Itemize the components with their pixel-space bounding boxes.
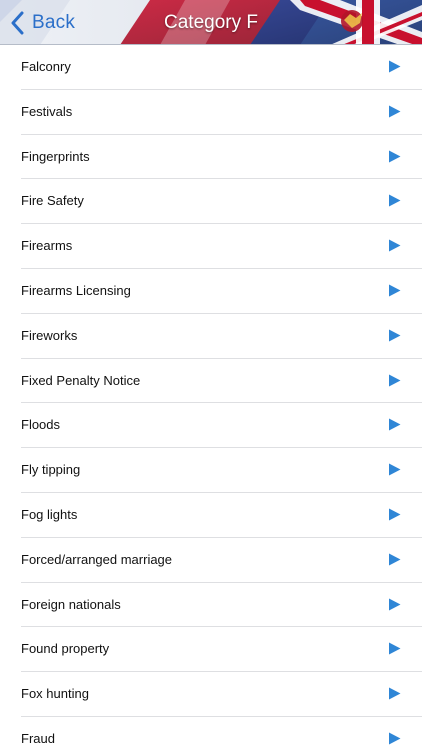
list-item[interactable]: Foreign nationals [0, 582, 422, 628]
back-button-label: Back [32, 11, 76, 33]
play-arrow-icon [389, 150, 401, 163]
navigation-bar: Back Category F [0, 0, 422, 45]
list-item[interactable]: Falconry [0, 45, 422, 90]
play-arrow-icon [389, 105, 401, 118]
list-item[interactable]: Fire Safety [0, 179, 422, 225]
list-item-label: Fixed Penalty Notice [21, 372, 141, 388]
list-item[interactable]: Fox hunting [0, 672, 422, 717]
list-item[interactable]: Fly tipping [0, 448, 422, 493]
list-item[interactable]: Festivals [0, 89, 422, 135]
play-arrow-icon [389, 418, 401, 431]
play-arrow-icon [389, 60, 401, 73]
list-item-label: Foreign nationals [21, 596, 121, 612]
list-item-label: Fraud [21, 730, 55, 746]
list-item-label: Fog lights [21, 506, 78, 522]
play-arrow-icon [389, 374, 401, 387]
category-list: Falconry Festivals Fingerprints Fire Safety… [0, 45, 422, 750]
list-item-label: Fly tipping [21, 462, 81, 478]
list-item[interactable]: Fog lights [0, 492, 422, 538]
list-item-label: Fireworks [21, 327, 78, 343]
list-item-label: Floods [21, 417, 61, 433]
play-arrow-icon [389, 194, 401, 207]
play-arrow-icon [389, 463, 401, 476]
list-item[interactable]: Forced/arranged marriage [0, 537, 422, 583]
play-arrow-icon [389, 284, 401, 297]
list-item-label: Firearms Licensing [21, 282, 131, 298]
list-item-label: Forced/arranged marriage [21, 551, 173, 567]
list-item[interactable]: Floods [0, 403, 422, 449]
play-arrow-icon [389, 732, 401, 745]
list-item-label: Falconry [21, 59, 71, 74]
list-item[interactable]: Fingerprints [0, 134, 422, 180]
list-item-label: Firearms [21, 238, 73, 254]
play-arrow-icon [389, 239, 401, 252]
play-arrow-icon [389, 508, 401, 521]
play-arrow-icon [389, 642, 401, 655]
chevron-left-icon [11, 11, 24, 34]
list-item-label: Fire Safety [21, 193, 84, 209]
play-arrow-icon [389, 329, 401, 342]
play-arrow-icon [389, 598, 401, 611]
list-item[interactable]: Fireworks [0, 313, 422, 359]
list-item[interactable]: Firearms Licensing [0, 268, 422, 314]
screen: Back Category F Falconry Festivals Fingerp… [0, 0, 422, 750]
list-item[interactable]: Fraud [0, 716, 422, 750]
play-arrow-icon [389, 687, 401, 700]
back-button[interactable]: Back [10, 0, 76, 44]
play-arrow-icon [389, 553, 401, 566]
list-item[interactable]: Fixed Penalty Notice [0, 358, 422, 404]
list-item-label: Festivals [21, 103, 73, 119]
list-item-label: Fox hunting [21, 686, 89, 702]
list-item-label: Fingerprints [21, 148, 90, 164]
list-item-label: Found property [21, 641, 110, 657]
list-item[interactable]: Found property [0, 627, 422, 673]
list-item[interactable]: Firearms [0, 224, 422, 269]
